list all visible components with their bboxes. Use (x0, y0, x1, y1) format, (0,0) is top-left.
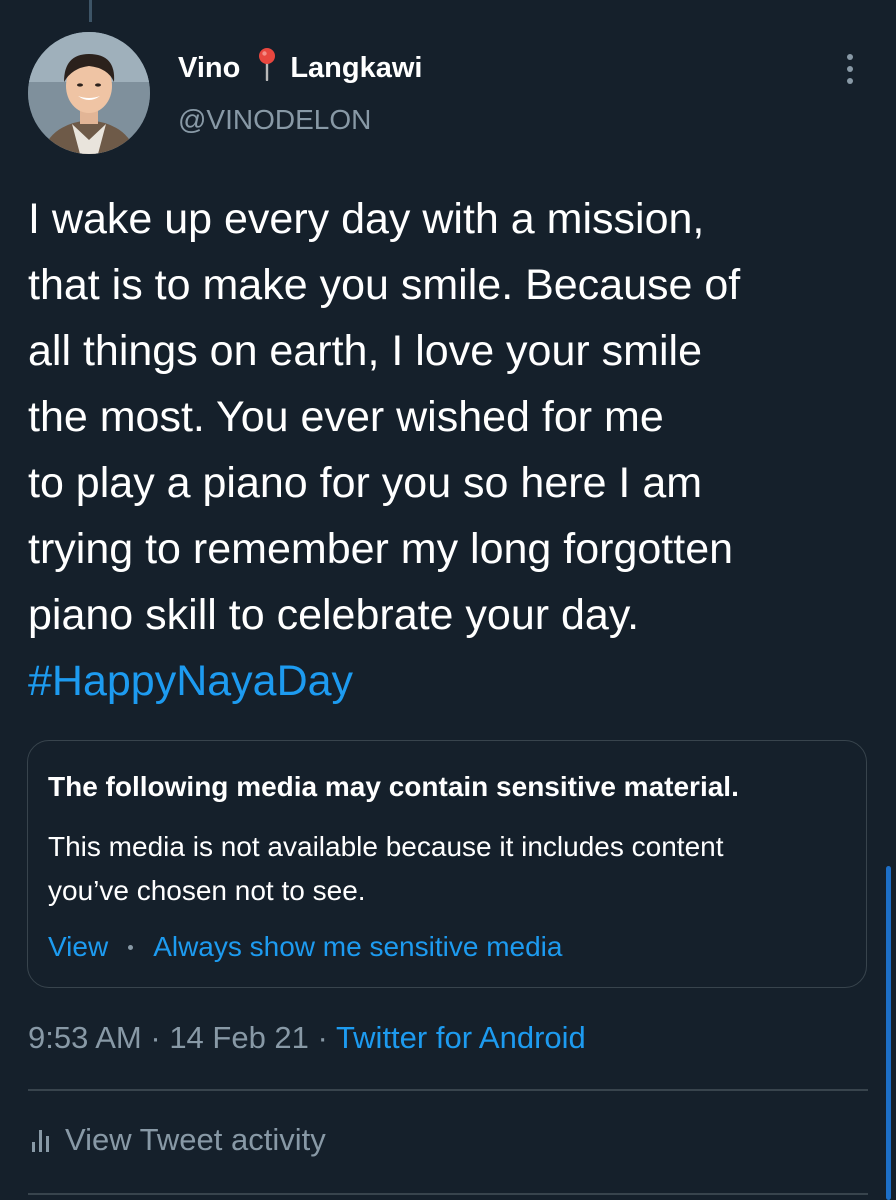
tweet-text-line: to play a piano for you so here I am (28, 459, 703, 507)
separator-dot (128, 944, 134, 950)
hashtag-link[interactable]: #HappyNayaDay (28, 648, 878, 714)
tweet-text-line: trying to remember my long forgotten (28, 525, 734, 573)
thread-connector-line (89, 0, 92, 22)
meta-separator: · (150, 1020, 170, 1055)
tweet-text-line: all things on earth, I love your smile (28, 327, 702, 375)
avatar-photo (28, 32, 150, 154)
tweet-text-line: that is to make you smile. Because of (28, 261, 741, 309)
avatar[interactable] (28, 32, 150, 154)
sensitive-media-description: This media is not available because it i… (48, 825, 848, 913)
tweet-date: 14 Feb 21 (169, 1020, 309, 1055)
tweet-metadata: 9:53 AM · 14 Feb 21 · Twitter for Androi… (28, 1020, 586, 1056)
view-media-link[interactable]: View (48, 931, 108, 963)
view-tweet-activity-label: View Tweet activity (65, 1122, 326, 1157)
author-display-name[interactable]: Vino Langkawi (178, 46, 422, 90)
tweet-time: 9:53 AM (28, 1020, 142, 1055)
tweet-text: I wake up every day with a mission, that… (28, 186, 878, 714)
sensitive-media-description-line: you’ve chosen not to see. (48, 875, 366, 906)
always-show-sensitive-media-link[interactable]: Always show me sensitive media (153, 931, 562, 963)
tweet-text-line: piano skill to celebrate your day. (28, 591, 640, 639)
tweet-text-line: the most. You ever wished for me (28, 393, 664, 441)
author-location: Langkawi (290, 51, 423, 84)
meta-separator: · (317, 1020, 336, 1055)
author-name: Vino (178, 51, 241, 84)
divider (28, 1089, 868, 1091)
divider (28, 1193, 868, 1195)
sensitive-media-card: The following media may contain sensitiv… (27, 740, 867, 988)
tweet-source-link[interactable]: Twitter for Android (336, 1020, 586, 1055)
author-handle[interactable]: @VINODELON (178, 104, 371, 136)
tweet-text-line: I wake up every day with a mission, (28, 195, 705, 243)
more-options-icon[interactable] (836, 52, 864, 86)
sensitive-media-actions: View Always show me sensitive media (48, 931, 562, 963)
tweet-detail-page: Vino Langkawi @VINODELON I wake up every… (0, 0, 896, 1200)
view-tweet-activity-button[interactable]: View Tweet activity (32, 1122, 326, 1158)
sensitive-media-title: The following media may contain sensitiv… (48, 771, 739, 802)
bar-chart-icon (32, 1128, 49, 1152)
sensitive-media-description-line: This media is not available because it i… (48, 831, 724, 862)
scrollbar[interactable] (886, 866, 891, 1200)
round-pushpin-icon (258, 47, 276, 89)
